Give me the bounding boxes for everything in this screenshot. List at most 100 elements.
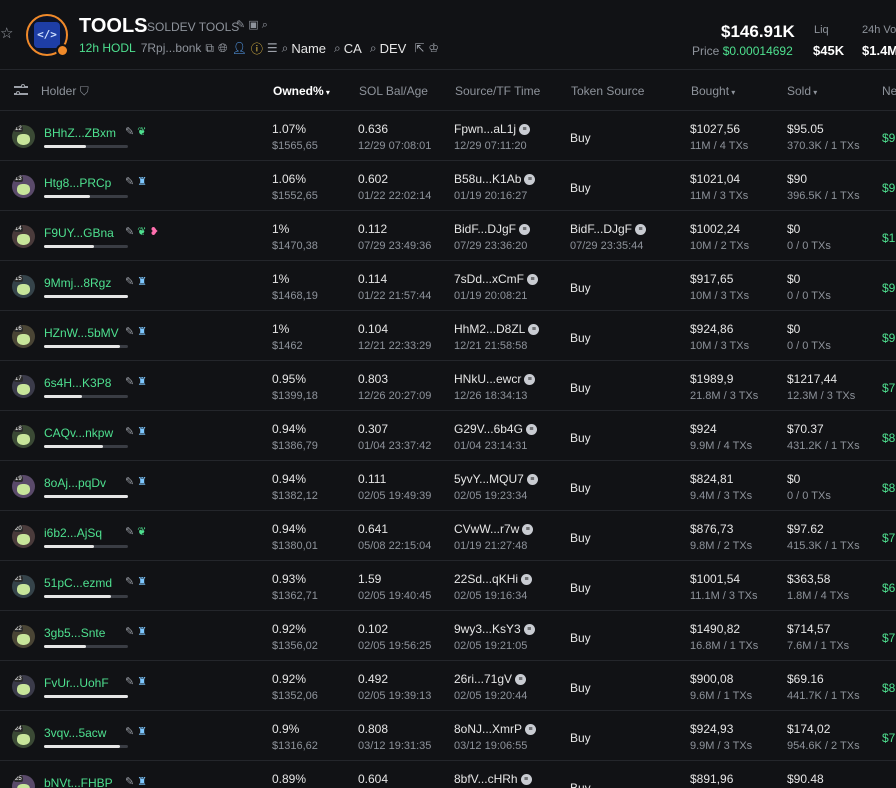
- holder-tags: ✎ ♜: [125, 375, 147, 388]
- holder-row[interactable]: 25 bNVt...FHBP ✎ ♜ 0.89% 0.604 8bfV...cH…: [0, 761, 896, 788]
- holder-row[interactable]: 17 6s4H...K3P8 ✎ ♜ 0.95% $1399,18 0.803 …: [0, 361, 896, 411]
- holder-row[interactable]: 20 i6b2...AjSq ✎ ❦ 0.94% $1380,01 0.641 …: [0, 511, 896, 561]
- holder-address[interactable]: i6b2...AjSq: [44, 526, 102, 540]
- pump-icon[interactable]: ☰: [267, 41, 278, 55]
- source-wallet[interactable]: G29V...6b4G ≡: [454, 422, 537, 436]
- edit-icon[interactable]: ✎: [125, 426, 134, 438]
- col-sold[interactable]: Sold ▾: [787, 84, 817, 98]
- edit-icon[interactable]: ✎: [125, 726, 134, 738]
- holder-row[interactable]: 12 BHhZ...ZBxm ✎ ❦ 1.07% $1565,65 0.636 …: [0, 111, 896, 161]
- token-source: Buy: [570, 481, 591, 495]
- col-owned[interactable]: Owned% ▾: [273, 84, 330, 98]
- token-address[interactable]: 7Rpj...bonk: [141, 41, 202, 55]
- holder-address[interactable]: F9UY...GBna: [44, 226, 114, 240]
- net-pnl: $9: [882, 281, 896, 295]
- owned-percent: 0.92%: [272, 672, 307, 686]
- search-image-icon[interactable]: ⌕: [262, 19, 268, 31]
- exchange-icon: ≡: [524, 374, 536, 386]
- crown-icon[interactable]: ♔: [428, 41, 439, 55]
- holder-address[interactable]: HZnW...5bMV: [44, 326, 119, 340]
- volume-label: 24h Vol: [862, 24, 896, 36]
- globe-icon[interactable]: 🌐︎: [218, 41, 228, 56]
- holder-address[interactable]: bNVt...FHBP: [44, 776, 113, 788]
- edit-icon[interactable]: ✎: [125, 326, 134, 338]
- sold-tx: 7.6M / 1 TXs: [787, 640, 850, 652]
- favorite-star-icon[interactable]: ☆: [0, 26, 16, 42]
- holder-address[interactable]: 3vqv...5acw: [44, 726, 106, 740]
- holder-row[interactable]: 13 Htg8...PRCp ✎ ♜ 1.06% $1552,65 0.602 …: [0, 161, 896, 211]
- edit-icon[interactable]: ✎: [125, 176, 134, 188]
- source-wallet[interactable]: 7sDd...xCmF ≡: [454, 272, 539, 286]
- source-wallet[interactable]: 8bfV...cHRh ≡: [454, 772, 532, 786]
- warning-icon[interactable]: ⓘ: [251, 40, 263, 57]
- source-wallet[interactable]: 9wy3...KsY3 ≡: [454, 622, 535, 636]
- holder-row[interactable]: 16 HZnW...5bMV ✎ ♜ 1% $1462 0.104 12/21 …: [0, 311, 896, 361]
- col-token-source[interactable]: Token Source: [571, 84, 644, 98]
- search-name-link[interactable]: ⌕ Name: [282, 41, 326, 56]
- col-source[interactable]: Source/TF Time: [455, 84, 540, 98]
- holder-row[interactable]: 14 F9UY...GBna ✎ ❦ ❥ 1% $1470,38 0.112 0…: [0, 211, 896, 261]
- edit-icon[interactable]: ✎: [236, 19, 245, 31]
- external-link-icon[interactable]: ⇱: [414, 41, 424, 55]
- holder-tags: ✎ ♜: [125, 425, 147, 438]
- edit-icon[interactable]: ✎: [125, 576, 134, 588]
- token-source[interactable]: BidF...DJgF ≡: [570, 222, 647, 236]
- holder-address[interactable]: 8oAj...pqDv: [44, 476, 106, 490]
- search-ca-link[interactable]: ⌕ CA: [334, 41, 362, 56]
- holder-address[interactable]: 6s4H...K3P8: [44, 376, 111, 390]
- edit-icon[interactable]: ✎: [125, 626, 134, 638]
- liquidity-label: Liq: [814, 24, 829, 36]
- ad-icon[interactable]: ▣: [248, 19, 258, 31]
- edit-icon[interactable]: ✎: [125, 126, 134, 138]
- user-icon[interactable]: 👤︎: [232, 41, 247, 55]
- holder-row[interactable]: 18 CAQv...nkpw ✎ ♜ 0.94% $1386,79 0.307 …: [0, 411, 896, 461]
- settings-sliders-icon[interactable]: [14, 84, 28, 96]
- col-bought[interactable]: Bought ▾: [691, 84, 735, 98]
- holder-address[interactable]: FvUr...UohF: [44, 676, 109, 690]
- source-wallet[interactable]: 22Sd...qKHi ≡: [454, 572, 533, 586]
- edit-icon[interactable]: ✎: [125, 776, 134, 788]
- col-net[interactable]: Net: [882, 84, 896, 98]
- holder-row[interactable]: 19 8oAj...pqDv ✎ ♜ 0.94% $1382,12 0.111 …: [0, 461, 896, 511]
- rocket-tag-icon: ♜: [137, 476, 148, 488]
- sol-balance: 0.641: [358, 522, 389, 536]
- edit-icon[interactable]: ✎: [125, 226, 134, 238]
- holders-table-header: Holder ⛉ Owned% ▾ SOL Bal/Age Source/TF …: [0, 71, 896, 111]
- edit-icon[interactable]: ✎: [125, 376, 134, 388]
- holder-row[interactable]: 21 51pC...ezmd ✎ ♜ 0.93% $1362,71 1.59 0…: [0, 561, 896, 611]
- holder-tags: ✎ ♜: [125, 775, 147, 788]
- edit-icon[interactable]: ✎: [125, 476, 134, 488]
- source-wallet[interactable]: 5yvY...MQU7 ≡: [454, 472, 538, 486]
- source-wallet[interactable]: Fpwn...aL1j ≡: [454, 122, 531, 136]
- holder-address[interactable]: 51pC...ezmd: [44, 576, 112, 590]
- source-wallet[interactable]: B58u...K1Ab ≡: [454, 172, 536, 186]
- holder-address[interactable]: Htg8...PRCp: [44, 176, 111, 190]
- source-wallet[interactable]: 26ri...71gV ≡: [454, 672, 527, 686]
- holder-address[interactable]: 3gb5...Snte: [44, 626, 105, 640]
- holder-row[interactable]: 23 FvUr...UohF ✎ ♜ 0.92% $1352,06 0.492 …: [0, 661, 896, 711]
- col-sol-bal[interactable]: SOL Bal/Age: [359, 84, 428, 98]
- source-wallet[interactable]: HhM2...D8ZL ≡: [454, 322, 540, 336]
- source-wallet[interactable]: CVwW...r7w ≡: [454, 522, 534, 536]
- sold-usd: $95.05: [787, 122, 824, 136]
- holder-address[interactable]: 9Mmj...8Rgz: [44, 276, 111, 290]
- copy-icon[interactable]: ⧉: [205, 41, 214, 56]
- holder-row[interactable]: 15 9Mmj...8Rgz ✎ ♜ 1% $1468,19 0.114 01/…: [0, 261, 896, 311]
- avatar: 12: [12, 125, 35, 148]
- col-holder[interactable]: Holder ⛉: [41, 84, 89, 99]
- holder-row[interactable]: 22 3gb5...Snte ✎ ♜ 0.92% $1356,02 0.102 …: [0, 611, 896, 661]
- owned-usd: $1565,65: [272, 140, 318, 152]
- holder-address[interactable]: BHhZ...ZBxm: [44, 126, 116, 140]
- source-wallet[interactable]: 8oNJ...XmrP ≡: [454, 722, 537, 736]
- edit-icon[interactable]: ✎: [125, 276, 134, 288]
- edit-icon[interactable]: ✎: [125, 526, 134, 538]
- filter-icon[interactable]: ⛉: [76, 84, 89, 98]
- sold-tx: 441.7K / 1 TXs: [787, 690, 860, 702]
- source-wallet[interactable]: BidF...DJgF ≡: [454, 222, 531, 236]
- holder-address[interactable]: CAQv...nkpw: [44, 426, 113, 440]
- source-wallet[interactable]: HNkU...ewcr ≡: [454, 372, 536, 386]
- wallet-age: 01/22 22:02:14: [358, 190, 432, 202]
- edit-icon[interactable]: ✎: [125, 676, 134, 688]
- holder-row[interactable]: 24 3vqv...5acw ✎ ♜ 0.9% $1316,62 0.808 0…: [0, 711, 896, 761]
- search-dev-link[interactable]: ⌕ DEV: [370, 41, 406, 56]
